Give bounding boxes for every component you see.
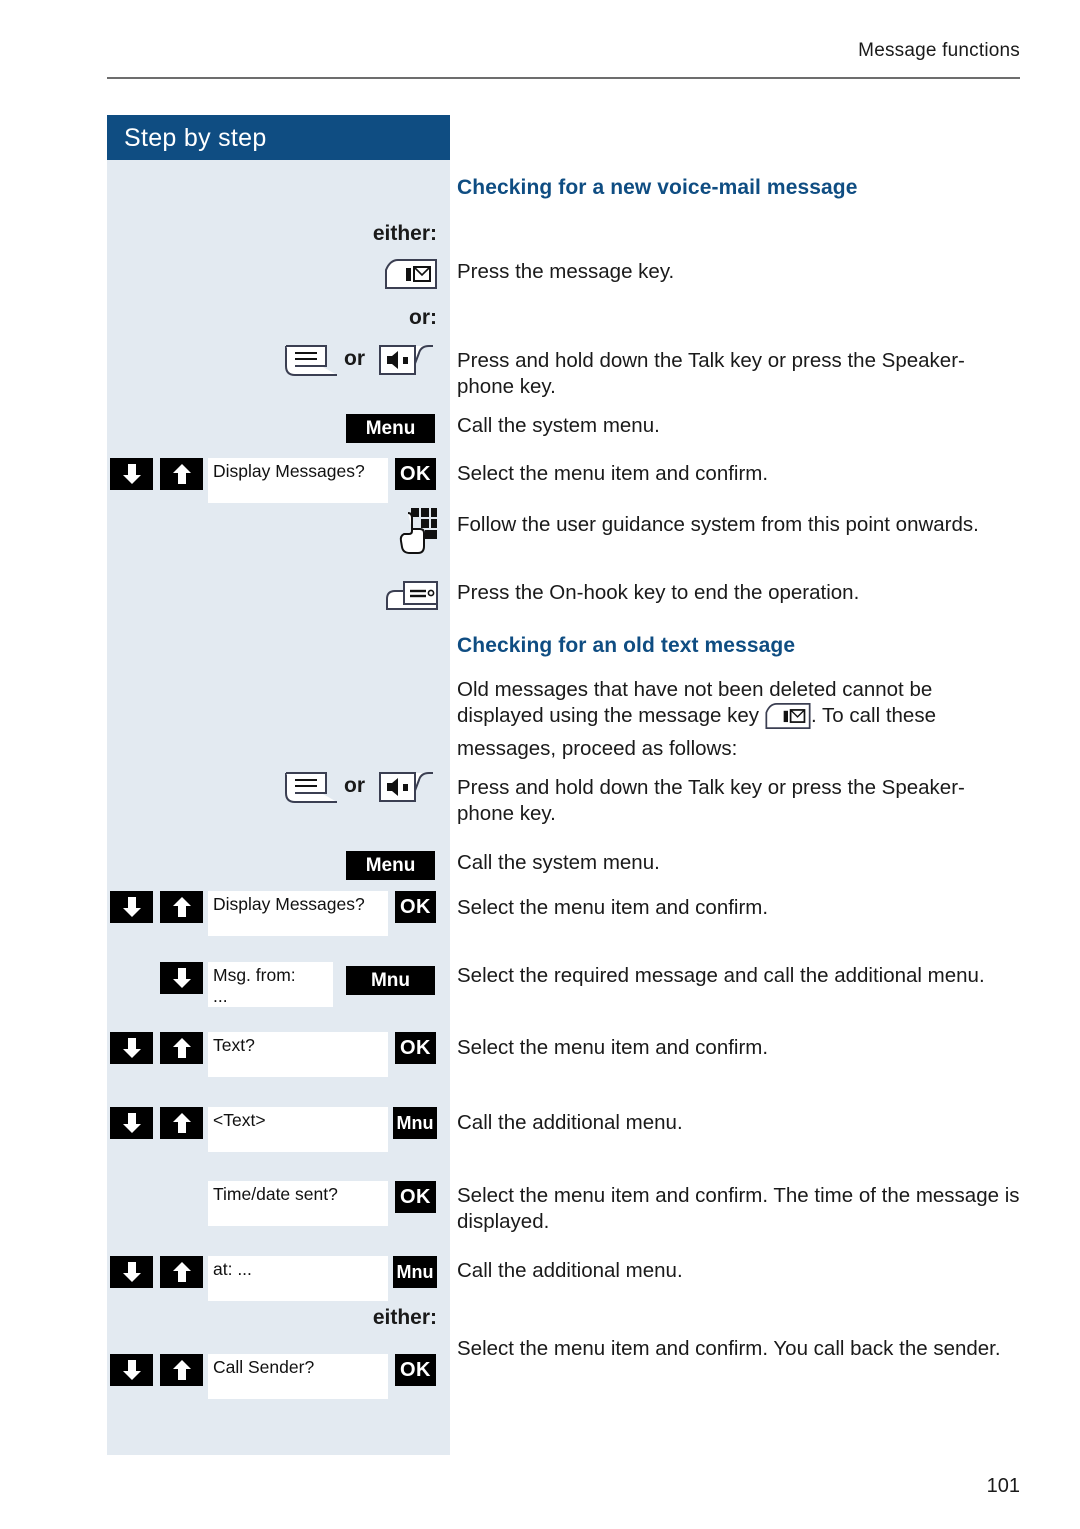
ok-key-5[interactable]: OK bbox=[395, 1354, 436, 1386]
step-call-additional-menu-wrap-1: Call the additional menu. bbox=[457, 1110, 1020, 1136]
display-box-time-date-sent: Time/date sent? bbox=[208, 1181, 388, 1226]
talk-key-icon[interactable] bbox=[285, 345, 338, 382]
display-box-text-placeholder: <Text> bbox=[208, 1107, 388, 1152]
display-box-display-messages-2: Display Messages? bbox=[208, 891, 388, 936]
display-box-call-sender: Call Sender? bbox=[208, 1354, 388, 1399]
step-call-system-menu-text-2: Call the system menu. bbox=[457, 851, 660, 874]
keypad-hand-icon[interactable] bbox=[398, 507, 438, 560]
step-select-message-wrap: Select the required message and call the… bbox=[457, 963, 1020, 989]
step-on-hook-text: Press the On-hook key to end the operati… bbox=[457, 581, 860, 604]
page-header: Message functions bbox=[107, 40, 1020, 62]
arrow-down-icon-7[interactable] bbox=[110, 1354, 153, 1386]
step-call-system-menu-text-1: Call the system menu. bbox=[457, 414, 660, 437]
step-message-key-wrap: Press the message key. bbox=[457, 259, 1020, 285]
header-divider bbox=[107, 77, 1020, 79]
step-select-confirm-wrap-3: Select the menu item and confirm. bbox=[457, 1035, 1020, 1061]
step-select-confirm-time-wrap: Select the menu item and confirm. The ti… bbox=[457, 1183, 1020, 1235]
ok-key-1[interactable]: OK bbox=[395, 458, 436, 490]
display-box-display-messages-1: Display Messages? bbox=[208, 458, 388, 503]
arrow-up-icon-7[interactable] bbox=[160, 1354, 203, 1386]
on-hook-key-icon[interactable] bbox=[386, 580, 438, 615]
sidebar-title-bar: Step by step bbox=[107, 115, 450, 160]
display-text-display-messages-2: Display Messages? bbox=[213, 894, 365, 914]
step-user-guidance-wrap: Follow the user guidance system from thi… bbox=[457, 512, 1020, 538]
display-box-text-q: Text? bbox=[208, 1032, 388, 1077]
step-call-system-menu-wrap-1: Call the system menu. bbox=[457, 413, 1020, 439]
either-label-1: either: bbox=[372, 222, 437, 245]
talk-key-icon-2[interactable] bbox=[285, 772, 338, 809]
step-select-confirm-callback-text: Select the menu item and confirm. You ca… bbox=[457, 1337, 1001, 1360]
page-number: 101 bbox=[986, 1475, 1020, 1497]
display-text-time-date-sent: Time/date sent? bbox=[213, 1184, 338, 1204]
step-talk-speaker-text-1: Press and hold down the Talk key or pres… bbox=[457, 349, 965, 398]
display-box-at: at: ... bbox=[208, 1256, 388, 1301]
mnu-key-1[interactable]: Mnu bbox=[346, 966, 435, 995]
mnu-key-3[interactable]: Mnu bbox=[393, 1256, 437, 1288]
step-call-system-menu-wrap-2: Call the system menu. bbox=[457, 850, 1020, 876]
step-talk-speaker-wrap-2: Press and hold down the Talk key or pres… bbox=[457, 775, 1020, 827]
display-text-text-placeholder: <Text> bbox=[213, 1110, 266, 1130]
display-text-text-q: Text? bbox=[213, 1035, 255, 1055]
step-select-message-text: Select the required message and call the… bbox=[457, 964, 985, 987]
step-call-additional-menu-text-1: Call the additional menu. bbox=[457, 1111, 683, 1134]
step-select-confirm-text-2: Select the menu item and confirm. bbox=[457, 896, 769, 919]
display-text-at: at: ... bbox=[213, 1259, 252, 1279]
ok-key-2[interactable]: OK bbox=[395, 891, 436, 923]
message-key-icon-inline bbox=[765, 703, 811, 736]
arrow-up-icon-1[interactable] bbox=[160, 458, 203, 490]
step-select-confirm-time-text: Select the menu item and confirm. The ti… bbox=[457, 1184, 1020, 1233]
step-message-key-text: Press the message key. bbox=[457, 260, 675, 283]
step-on-hook-wrap: Press the On-hook key to end the operati… bbox=[457, 580, 1020, 606]
step-talk-speaker-wrap-1: Press and hold down the Talk key or pres… bbox=[457, 348, 1020, 400]
arrow-down-icon-1[interactable] bbox=[110, 458, 153, 490]
or-label-1: or: bbox=[409, 306, 437, 329]
step-select-confirm-wrap-2: Select the menu item and confirm. bbox=[457, 895, 1020, 921]
or-inline-2: or bbox=[344, 774, 365, 797]
arrow-up-icon-2[interactable] bbox=[160, 891, 203, 923]
section-2-heading-wrap: Checking for an old text message bbox=[457, 634, 1020, 658]
arrow-down-icon-5[interactable] bbox=[110, 1107, 153, 1139]
menu-key-2[interactable]: Menu bbox=[346, 851, 435, 880]
arrow-up-icon-4[interactable] bbox=[160, 1032, 203, 1064]
arrow-down-icon-3[interactable] bbox=[160, 962, 203, 994]
sidebar-title: Step by step bbox=[124, 124, 267, 152]
section-2-intro-wrap: Old messages that have not been deleted … bbox=[457, 677, 1020, 762]
menu-key-1[interactable]: Menu bbox=[346, 414, 435, 443]
step-select-confirm-wrap-1: Select the menu item and confirm. bbox=[457, 461, 1020, 487]
speakerphone-key-icon[interactable] bbox=[379, 345, 434, 382]
arrow-up-icon-6[interactable] bbox=[160, 1256, 203, 1288]
step-user-guidance-text: Follow the user guidance system from thi… bbox=[457, 513, 979, 536]
display-text-display-messages-1: Display Messages? bbox=[213, 461, 365, 481]
step-select-confirm-text-3: Select the menu item and confirm. bbox=[457, 1036, 769, 1059]
speakerphone-key-icon-2[interactable] bbox=[379, 772, 434, 809]
or-inline-1: or bbox=[344, 347, 365, 370]
section-heading-old-text: Checking for an old text message bbox=[457, 634, 796, 657]
either-label-2: either: bbox=[372, 1306, 437, 1329]
message-key-icon[interactable] bbox=[385, 259, 437, 294]
step-talk-speaker-text-2: Press and hold down the Talk key or pres… bbox=[457, 776, 965, 825]
section-heading-voice-mail: Checking for a new voice-mail message bbox=[457, 176, 858, 199]
arrow-up-icon-5[interactable] bbox=[160, 1107, 203, 1139]
section-1-heading-wrap: Checking for a new voice-mail message bbox=[457, 176, 1020, 200]
arrow-down-icon-6[interactable] bbox=[110, 1256, 153, 1288]
step-select-confirm-text-1: Select the menu item and confirm. bbox=[457, 462, 769, 485]
display-box-msg-from: Msg. from: ... bbox=[208, 962, 333, 1007]
mnu-key-2[interactable]: Mnu bbox=[393, 1107, 437, 1139]
step-call-additional-menu-text-2: Call the additional menu. bbox=[457, 1259, 683, 1282]
step-select-confirm-callback-wrap: Select the menu item and confirm. You ca… bbox=[457, 1336, 1020, 1362]
step-call-additional-menu-wrap-2: Call the additional menu. bbox=[457, 1258, 1020, 1284]
arrow-down-icon-4[interactable] bbox=[110, 1032, 153, 1064]
running-title: Message functions bbox=[858, 40, 1020, 61]
display-text-msg-from-line1: Msg. from: bbox=[213, 965, 296, 985]
ok-key-4[interactable]: OK bbox=[395, 1181, 436, 1213]
arrow-down-icon-2[interactable] bbox=[110, 891, 153, 923]
ok-key-3[interactable]: OK bbox=[395, 1032, 436, 1064]
display-text-msg-from-line2: ... bbox=[213, 986, 228, 1006]
display-text-call-sender: Call Sender? bbox=[213, 1357, 315, 1377]
